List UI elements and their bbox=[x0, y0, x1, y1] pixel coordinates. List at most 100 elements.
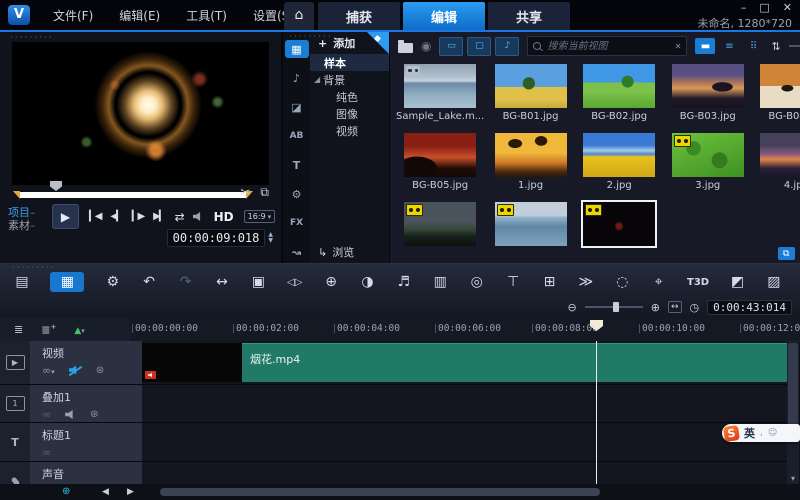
screen-capture-button[interactable]: ▣ bbox=[250, 274, 266, 290]
loop-button[interactable]: ⇄ bbox=[175, 210, 183, 224]
video-track-icon[interactable]: ▶ bbox=[0, 341, 30, 384]
tree-item-solid[interactable]: 纯色 bbox=[310, 88, 389, 105]
ime-punct-icon[interactable]: , bbox=[760, 428, 763, 438]
nav-overlay-icon[interactable]: AB bbox=[285, 127, 309, 145]
mode-project[interactable]: 项目 bbox=[8, 206, 30, 219]
enlarge-preview-icon[interactable]: ⧉ bbox=[260, 185, 269, 200]
preview-video[interactable] bbox=[12, 42, 269, 185]
search-input[interactable] bbox=[545, 40, 670, 53]
tab-edit[interactable]: 编辑 bbox=[403, 2, 485, 30]
audio-mixer-button[interactable]: ♬ bbox=[396, 274, 412, 290]
ime-emoji-icon[interactable]: ☺ bbox=[768, 428, 777, 438]
3d-title-button[interactable]: T3D bbox=[687, 277, 709, 288]
link-icon[interactable]: ∞ bbox=[42, 408, 51, 421]
clear-search-icon[interactable]: ✕ bbox=[675, 42, 682, 51]
preview-scrubber[interactable] bbox=[50, 181, 62, 191]
nav-audio-icon[interactable]: ♪ bbox=[285, 69, 309, 87]
library-item[interactable]: BG-B04.jpg bbox=[752, 62, 800, 131]
link-icon[interactable]: ∞▾ bbox=[42, 364, 55, 377]
timeline-view-button[interactable]: ▦ bbox=[50, 272, 84, 292]
ripple-icon[interactable]: ⊛ bbox=[96, 365, 104, 376]
scrollbar-thumb[interactable] bbox=[788, 343, 798, 426]
timecode-spinner[interactable]: ▲ ▼ bbox=[268, 232, 273, 244]
fit-timeline-button[interactable]: ↔ bbox=[668, 301, 682, 313]
overlay-track-lane[interactable] bbox=[142, 385, 787, 422]
library-item[interactable] bbox=[394, 200, 486, 263]
nav-motion-icon[interactable]: ↝ bbox=[285, 243, 309, 261]
mask-frame-button[interactable]: ◩ bbox=[730, 274, 746, 290]
view-list-button[interactable]: ≡ bbox=[719, 38, 739, 54]
painting-creator-button[interactable]: ▨ bbox=[766, 274, 782, 290]
import-disc-icon[interactable]: ◉ bbox=[421, 39, 431, 53]
redo-button[interactable]: ↷ bbox=[178, 274, 194, 290]
video-track-lane[interactable]: 烟花.mp4 bbox=[142, 341, 787, 384]
timeline-zoom-in-icon[interactable]: ⊕ bbox=[651, 301, 660, 314]
tree-item-background[interactable]: ◢ 背景 bbox=[310, 71, 389, 88]
ripple-edit-button[interactable]: ▲▾ bbox=[74, 323, 84, 336]
library-item[interactable]: BG-B01.jpg bbox=[486, 62, 575, 131]
library-item[interactable]: 2.jpg bbox=[575, 131, 664, 200]
home-button[interactable]: ⌂ bbox=[284, 2, 314, 30]
title-track-lane[interactable] bbox=[142, 423, 787, 461]
sogou-logo-icon[interactable]: S bbox=[723, 425, 740, 442]
nav-filter-icon[interactable]: FX bbox=[285, 214, 309, 232]
project-duration-icon[interactable]: ◷ bbox=[690, 301, 700, 314]
insert-button[interactable]: ⊕ bbox=[323, 274, 339, 290]
track-mute-icon[interactable] bbox=[69, 366, 82, 376]
drag-handle[interactable]: ········· bbox=[10, 35, 54, 41]
mode-clip[interactable]: 素材 bbox=[8, 219, 30, 232]
jump-end-button[interactable]: ▶▎ bbox=[153, 211, 164, 222]
split-clip-icon[interactable]: ✂ bbox=[240, 185, 250, 200]
library-item[interactable] bbox=[486, 200, 575, 263]
view-grid-button[interactable]: ⠿ bbox=[743, 38, 763, 54]
ime-toolbar[interactable]: S 英 , ☺ bbox=[722, 424, 800, 442]
speed-button[interactable]: ≫ bbox=[578, 274, 594, 290]
split-screen-template-button[interactable]: ⊞ bbox=[541, 274, 557, 290]
aspect-ratio-select[interactable]: 16:9 ▾ bbox=[244, 210, 275, 223]
tree-item-video[interactable]: 视频 bbox=[310, 122, 389, 139]
link-icon[interactable]: ∞ bbox=[42, 446, 51, 459]
ime-language-mode[interactable]: 英 bbox=[744, 425, 755, 441]
tree-item-sample[interactable]: 样本 bbox=[310, 54, 389, 71]
nav-transition-icon[interactable]: ◪ bbox=[285, 98, 309, 116]
sort-button[interactable]: ⇅ bbox=[771, 40, 780, 53]
library-item[interactable]: Sample_Lake.m... bbox=[394, 62, 486, 131]
library-item[interactable]: 4.jpg bbox=[752, 131, 800, 200]
vertical-scrollbar[interactable]: ▾ bbox=[787, 341, 799, 484]
drag-handle[interactable]: ········· bbox=[289, 34, 333, 40]
volume-icon[interactable] bbox=[193, 212, 204, 221]
play-button[interactable]: ▶ bbox=[52, 204, 79, 229]
trim-bar[interactable] bbox=[20, 192, 246, 198]
tab-share[interactable]: 共享 bbox=[488, 2, 570, 30]
timeline-zoom-slider[interactable] bbox=[585, 306, 643, 308]
view-thumbnail-button[interactable]: ▬ bbox=[695, 38, 715, 54]
filter-video-button[interactable]: ▭ bbox=[439, 37, 463, 56]
nav-graphics-icon[interactable]: ⚙ bbox=[285, 185, 309, 203]
hd-toggle[interactable]: HD bbox=[214, 210, 234, 224]
import-media-icon[interactable] bbox=[398, 43, 413, 53]
seamless-transition-button[interactable]: ◎ bbox=[469, 274, 485, 290]
playhead-line[interactable] bbox=[596, 341, 597, 484]
scroll-down-icon[interactable]: ▾ bbox=[787, 474, 799, 483]
subtitle-editor-button[interactable]: ⊤ bbox=[505, 274, 521, 290]
library-item[interactable]: BG-B03.jpg bbox=[663, 62, 752, 131]
minimize-button[interactable]: – bbox=[741, 1, 747, 14]
overlay-track-icon[interactable]: 1 bbox=[0, 385, 30, 422]
tree-item-image[interactable]: 图像 bbox=[310, 105, 389, 122]
menu-file[interactable]: 文件(F) bbox=[40, 7, 106, 24]
add-track-button[interactable]: ≣+ bbox=[41, 323, 56, 337]
title-track-header[interactable]: 标题1 ∞ bbox=[30, 423, 142, 461]
title-track-icon[interactable]: T bbox=[0, 423, 30, 461]
undo-button[interactable]: ↶ bbox=[141, 274, 157, 290]
pin-corner-icon[interactable] bbox=[367, 32, 389, 54]
motion-tracking-button[interactable]: ⌖ bbox=[651, 274, 667, 290]
color-grade-button[interactable]: ◑ bbox=[360, 274, 376, 290]
tab-capture[interactable]: 捕获 bbox=[318, 2, 400, 30]
timeline-zoom-badge[interactable]: ⊕ bbox=[62, 486, 70, 497]
video-track-header[interactable]: 视频 ∞▾ ⊛ bbox=[30, 341, 142, 384]
preview-timecode[interactable]: 00:00:09:018 bbox=[167, 229, 266, 247]
nav-title-icon[interactable]: T bbox=[285, 156, 309, 174]
library-item[interactable]: BG-B05.jpg bbox=[394, 131, 486, 200]
ripple-icon[interactable]: ⊛ bbox=[90, 409, 98, 420]
time-ruler[interactable]: 00:00:00:00 00:00:02:00 00:00:04:00 00:0… bbox=[130, 318, 800, 342]
